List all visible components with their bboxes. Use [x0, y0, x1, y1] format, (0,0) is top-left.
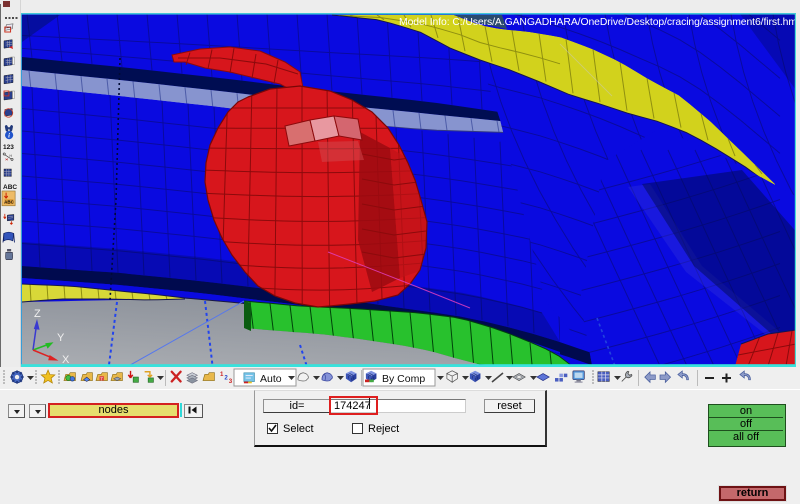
svg-text:Auto: Auto	[260, 373, 282, 385]
svg-text:3: 3	[229, 378, 233, 385]
svg-text:ABC: ABC	[4, 200, 14, 205]
svg-text:Model Info: C:/Users/A.GANGADH: Model Info: C:/Users/A.GANGADHARA/OneDri…	[399, 17, 796, 28]
svg-text:123: 123	[3, 144, 14, 151]
svg-text:Z: Z	[34, 308, 41, 320]
svg-text:i: i	[8, 133, 10, 140]
svg-text:ABC: ABC	[3, 184, 17, 191]
svg-text:2: 2	[224, 375, 228, 382]
svg-text:By Comp: By Comp	[382, 373, 425, 385]
svg-text:1: 1	[220, 371, 224, 378]
svg-text:T: T	[100, 377, 103, 382]
svg-text:H: H	[10, 154, 13, 158]
svg-text:Y: Y	[57, 332, 65, 344]
